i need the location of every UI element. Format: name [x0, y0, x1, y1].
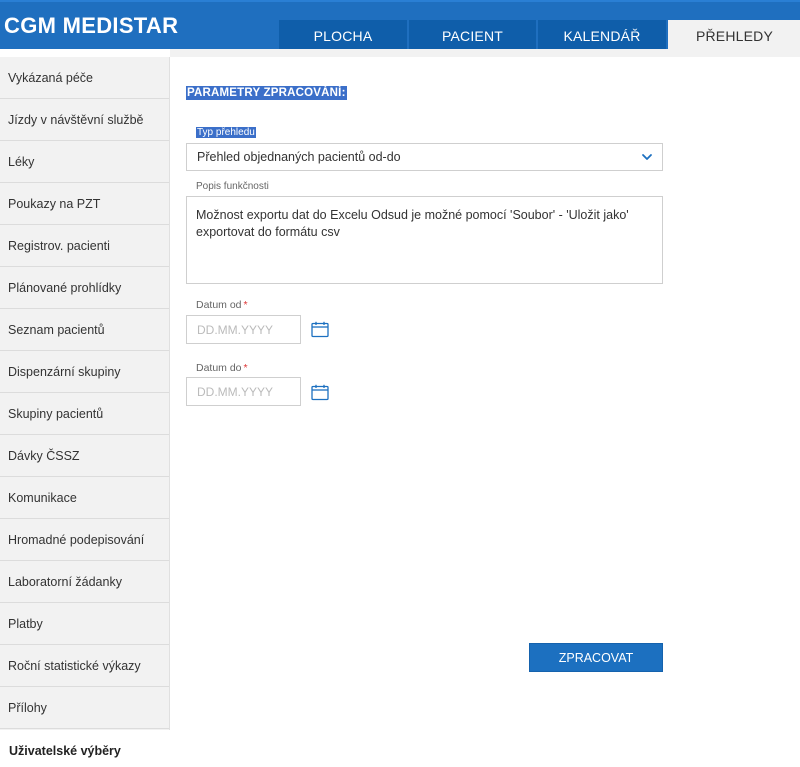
- required-mark: *: [243, 299, 248, 311]
- content-top-strip: [170, 49, 800, 57]
- calendar-icon[interactable]: [311, 384, 329, 401]
- date-from-label: Datum od *: [196, 299, 248, 311]
- description-label: Popis funkčnosti: [196, 181, 269, 192]
- logo-text: CGM MEDISTAR: [4, 13, 179, 38]
- sidebar-item-vykazana-pece[interactable]: Vykázaná péče: [0, 57, 169, 99]
- tab-label: PLOCHA: [313, 27, 373, 44]
- sidebar-item-leky[interactable]: Léky: [0, 141, 169, 183]
- sidebar-item-platby[interactable]: Platby: [0, 603, 169, 645]
- required-mark: *: [243, 362, 248, 374]
- report-type-value: Přehled objednaných pacientů od-do: [197, 150, 401, 164]
- user-selections-link[interactable]: Uživatelské výběry: [9, 744, 121, 758]
- date-to-label-text: Datum do: [196, 362, 242, 374]
- tab-pacient[interactable]: PACIENT: [409, 20, 536, 51]
- sidebar: Vykázaná péče Jízdy v návštěvní službě L…: [0, 57, 169, 730]
- tab-prehledy[interactable]: PŘEHLEDY: [668, 20, 800, 51]
- app-header: CGM MEDISTAR PLOCHA PACIENT KALENDÁŘ PŘE…: [0, 0, 800, 51]
- date-to-label: Datum do *: [196, 362, 248, 374]
- sidebar-item-prilohy[interactable]: Přílohy: [0, 687, 169, 729]
- tab-kalendar[interactable]: KALENDÁŘ: [538, 20, 666, 51]
- app-logo: CGM MEDISTAR: [4, 12, 178, 40]
- section-title: PARAMETRY ZPRACOVÁNÍ:: [186, 86, 347, 100]
- sidebar-item-komunikace[interactable]: Komunikace: [0, 477, 169, 519]
- sidebar-item-hromadne-podepisovani[interactable]: Hromadné podepisování: [0, 519, 169, 561]
- sidebar-item-laboratorni-zadanky[interactable]: Laboratorní žádanky: [0, 561, 169, 603]
- date-to-placeholder: DD.MM.YYYY: [197, 384, 274, 399]
- sidebar-item-jizdy[interactable]: Jízdy v návštěvní službě: [0, 99, 169, 141]
- tab-label: KALENDÁŘ: [563, 27, 641, 44]
- date-from-placeholder: DD.MM.YYYY: [197, 322, 274, 337]
- sidebar-item-planovane-prohlidky[interactable]: Plánované prohlídky: [0, 267, 169, 309]
- date-to-input[interactable]: DD.MM.YYYY: [186, 377, 301, 406]
- sidebar-item-skupiny-pacientu[interactable]: Skupiny pacientů: [0, 393, 169, 435]
- tab-plocha[interactable]: PLOCHA: [279, 20, 407, 51]
- date-from-label-text: Datum od: [196, 299, 242, 311]
- report-type-label: Typ přehledu: [196, 127, 256, 138]
- report-type-select[interactable]: Přehled objednaných pacientů od-do: [186, 143, 663, 171]
- sidebar-item-davky-cssz[interactable]: Dávky ČSSZ: [0, 435, 169, 477]
- sidebar-item-dispenzarni-skupiny[interactable]: Dispenzární skupiny: [0, 351, 169, 393]
- description-textarea[interactable]: Možnost exportu dat do Excelu Odsud je m…: [186, 196, 663, 284]
- sidebar-item-poukazy[interactable]: Poukazy na PZT: [0, 183, 169, 225]
- sidebar-item-seznam-pacientu[interactable]: Seznam pacientů: [0, 309, 169, 351]
- sidebar-item-rocni-vykazy[interactable]: Roční statistické výkazy: [0, 645, 169, 687]
- date-from-input[interactable]: DD.MM.YYYY: [186, 315, 301, 344]
- calendar-icon[interactable]: [311, 321, 329, 338]
- tab-label: PACIENT: [441, 27, 504, 44]
- sidebar-item-registrov-pacienti[interactable]: Registrov. pacienti: [0, 225, 169, 267]
- process-button[interactable]: ZPRACOVAT: [529, 643, 663, 672]
- tab-label: PŘEHLEDY: [695, 27, 774, 44]
- main-tabs: PLOCHA PACIENT KALENDÁŘ PŘEHLEDY: [279, 20, 800, 51]
- chevron-down-icon: [642, 154, 652, 160]
